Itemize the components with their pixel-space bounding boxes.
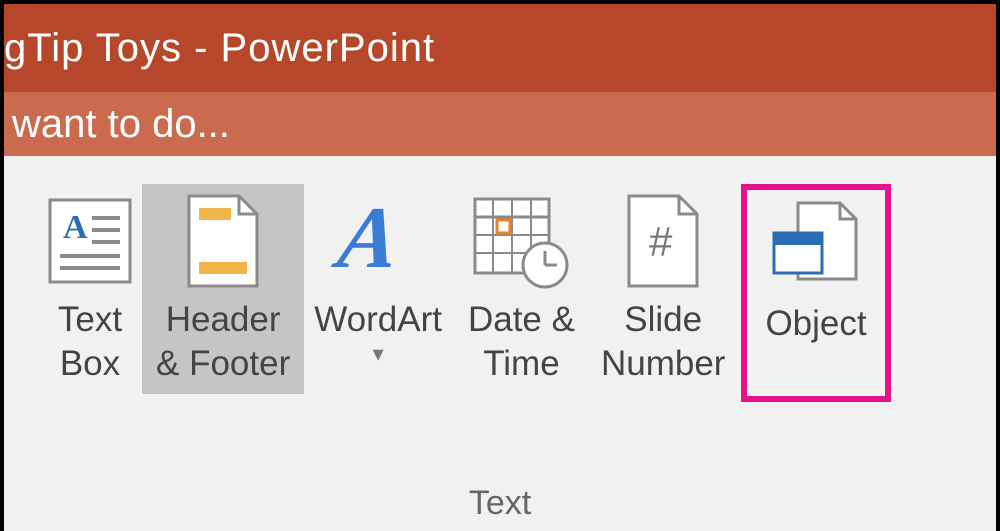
header-footer-label-2: & Footer <box>156 342 290 386</box>
object-button[interactable]: Object <box>741 184 890 402</box>
svg-text:A: A <box>330 193 405 287</box>
date-time-icon <box>471 192 571 290</box>
text-box-icon: A <box>48 192 132 290</box>
object-label: Object <box>765 302 866 346</box>
header-footer-icon <box>187 192 259 290</box>
slide-number-icon: # <box>627 192 699 290</box>
tell-me-bar[interactable]: want to do... <box>4 92 996 156</box>
header-footer-button[interactable]: Header & Footer <box>142 184 304 394</box>
text-box-label-1: Text <box>58 298 122 342</box>
svg-text:A: A <box>63 209 88 246</box>
wordart-label: WordArt <box>314 298 442 342</box>
object-icon <box>768 196 864 294</box>
date-time-button[interactable]: Date & Time <box>458 184 585 394</box>
date-time-label-2: Time <box>468 342 575 386</box>
header-footer-label-1: Header <box>156 298 290 342</box>
text-box-label-2: Box <box>58 342 122 386</box>
date-time-label-1: Date & <box>468 298 575 342</box>
wordart-button[interactable]: A WordArt ▾ <box>304 184 452 375</box>
wordart-icon: A <box>330 192 426 290</box>
slide-number-label-1: Slide <box>601 298 725 342</box>
window-title: gTip Toys - PowerPoint <box>4 26 435 71</box>
ribbon-group-text: A Text Box <box>4 156 996 531</box>
slide-number-label-2: Number <box>601 342 725 386</box>
slide-number-button[interactable]: # Slide Number <box>591 184 735 394</box>
tell-me-placeholder: want to do... <box>12 102 230 147</box>
text-box-button[interactable]: A Text Box <box>38 184 142 394</box>
title-bar: gTip Toys - PowerPoint <box>4 4 996 92</box>
ribbon-group-label: Text <box>4 484 996 531</box>
svg-text:#: # <box>649 218 673 265</box>
dropdown-arrow-icon: ▾ <box>314 340 442 368</box>
